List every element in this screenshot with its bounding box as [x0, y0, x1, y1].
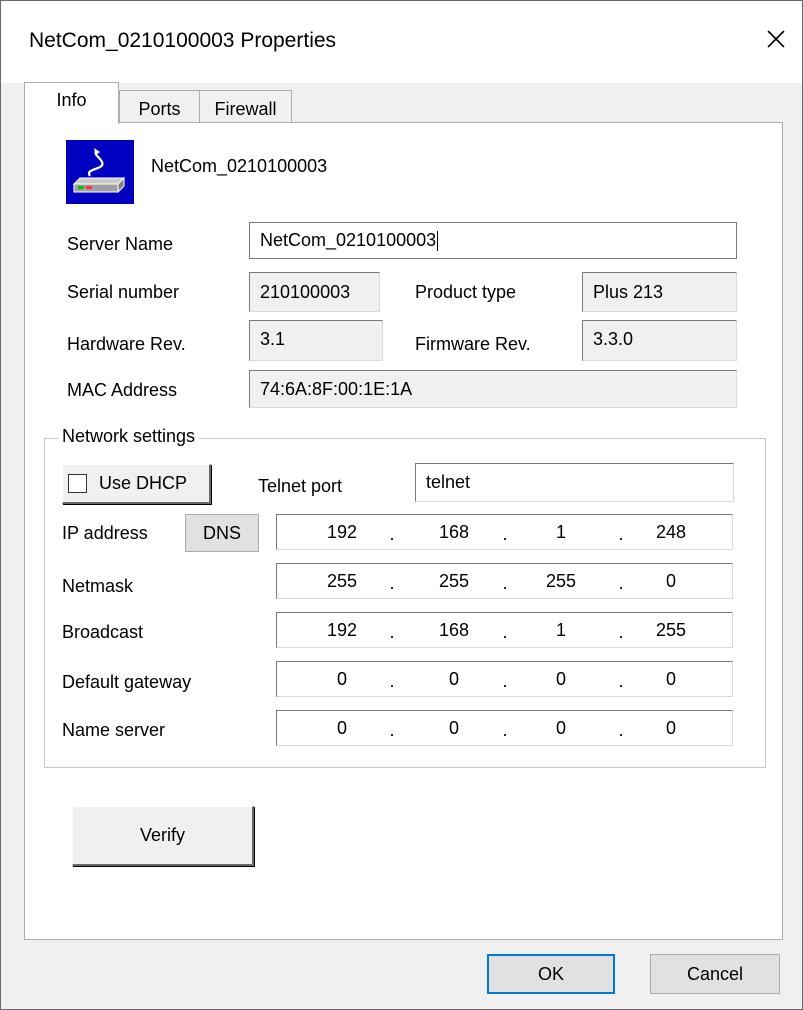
octet-dot: .: [389, 524, 395, 544]
mac-address-label: MAC Address: [67, 380, 178, 400]
hardware-rev-label: Hardware Rev.: [67, 334, 186, 354]
window-title: NetCom_0210100003 Properties: [29, 29, 337, 52]
octet: 0: [336, 718, 347, 738]
product-type-field: Plus 213: [582, 272, 737, 312]
octet: 255: [326, 571, 358, 591]
tab-ports[interactable]: Ports: [119, 90, 200, 123]
octet: 1: [555, 522, 566, 542]
octet: 192: [326, 620, 358, 640]
octet-dot: .: [502, 671, 508, 691]
mac-address-value: 74:6A:8F:00:1E:1A: [260, 378, 413, 399]
octet-dot: .: [618, 524, 624, 544]
network-device-icon: [66, 140, 134, 204]
telnet-port-label: Telnet port: [258, 476, 343, 496]
server-name-input[interactable]: NetCom_0210100003: [249, 222, 737, 259]
firmware-rev-field: 3.3.0: [582, 320, 737, 361]
verify-button-label: Verify: [139, 825, 186, 845]
octet: 0: [665, 718, 676, 738]
product-type-value: Plus 213: [593, 281, 664, 302]
octet: 0: [555, 718, 566, 738]
octet: 192: [326, 522, 358, 542]
octet: 255: [438, 571, 470, 591]
default-gateway-label: Default gateway: [62, 672, 192, 692]
server-name-label: Server Name: [67, 234, 174, 254]
name-server-label: Name server: [62, 720, 166, 740]
octet-dot: .: [618, 671, 624, 691]
octet: 248: [655, 522, 687, 542]
mac-address-field: 74:6A:8F:00:1E:1A: [249, 370, 737, 408]
hardware-rev-field: 3.1: [249, 320, 383, 361]
serial-number-label: Serial number: [67, 282, 180, 302]
telnet-port-input[interactable]: telnet: [415, 463, 734, 502]
tab-firewall-label: Firewall: [214, 98, 277, 119]
octet-dot: .: [502, 573, 508, 593]
octet: 255: [545, 571, 577, 591]
octet: 1: [555, 620, 566, 640]
octet-dot: .: [389, 622, 395, 642]
cancel-button[interactable]: Cancel: [650, 954, 780, 994]
octet: 0: [448, 669, 459, 689]
close-icon: [767, 30, 785, 48]
firmware-rev-value: 3.3.0: [593, 329, 634, 349]
use-dhcp-checkbox[interactable]: Use DHCP: [62, 464, 211, 504]
cancel-button-label: Cancel: [686, 963, 744, 984]
octet: 0: [665, 669, 676, 689]
octet-dot: .: [502, 622, 508, 642]
use-dhcp-label: Use DHCP: [99, 473, 188, 493]
octet-dot: .: [618, 573, 624, 593]
octet-dot: .: [389, 671, 395, 691]
default-gateway-input[interactable]: 0 . 0 . 0 . 0: [276, 661, 733, 697]
octet: 0: [665, 571, 676, 591]
name-server-input[interactable]: 0 . 0 . 0 . 0: [276, 710, 733, 746]
ip-address-label: IP address: [62, 523, 148, 543]
octet-dot: .: [618, 622, 624, 642]
octet-dot: .: [502, 524, 508, 544]
product-type-label: Product type: [415, 282, 517, 302]
ok-button-label: OK: [537, 963, 564, 984]
octet: 0: [336, 669, 347, 689]
server-name-value: NetCom_0210100003: [260, 230, 437, 250]
octet: 0: [555, 669, 566, 689]
dns-button[interactable]: DNS: [185, 514, 259, 552]
tab-ports-label: Ports: [138, 98, 181, 119]
octet-dot: .: [389, 720, 395, 740]
firmware-rev-label: Firmware Rev.: [415, 334, 531, 354]
checkbox-square: [68, 474, 87, 493]
octet: 168: [438, 620, 470, 640]
dns-button-label: DNS: [202, 522, 241, 543]
octet-dot: .: [502, 720, 508, 740]
ok-button[interactable]: OK: [487, 954, 615, 994]
broadcast-label: Broadcast: [62, 622, 144, 642]
tab-info-label: Info: [56, 90, 87, 110]
title-bar: NetCom_0210100003 Properties: [1, 1, 802, 83]
hardware-rev-value: 3.1: [260, 329, 286, 349]
telnet-port-value: telnet: [426, 472, 471, 492]
verify-button[interactable]: Verify: [72, 806, 254, 866]
octet: 0: [448, 718, 459, 738]
netmask-input[interactable]: 255 . 255 . 255 . 0: [276, 563, 733, 599]
serial-number-value: 210100003: [260, 281, 351, 302]
tab-firewall[interactable]: Firewall: [199, 90, 292, 123]
ip-address-input[interactable]: 192 . 168 . 1 . 248: [276, 514, 733, 550]
tab-info[interactable]: Info: [24, 82, 119, 124]
close-button[interactable]: [753, 13, 799, 65]
octet-dot: .: [618, 720, 624, 740]
octet: 255: [655, 620, 687, 640]
network-settings-label: Network settings: [58, 426, 200, 447]
device-name: NetCom_0210100003: [151, 156, 328, 176]
octet-dot: .: [389, 573, 395, 593]
broadcast-input[interactable]: 192 . 168 . 1 . 255: [276, 612, 733, 648]
serial-number-field: 210100003: [249, 272, 380, 312]
netmask-label: Netmask: [62, 576, 134, 596]
octet: 168: [438, 522, 470, 542]
